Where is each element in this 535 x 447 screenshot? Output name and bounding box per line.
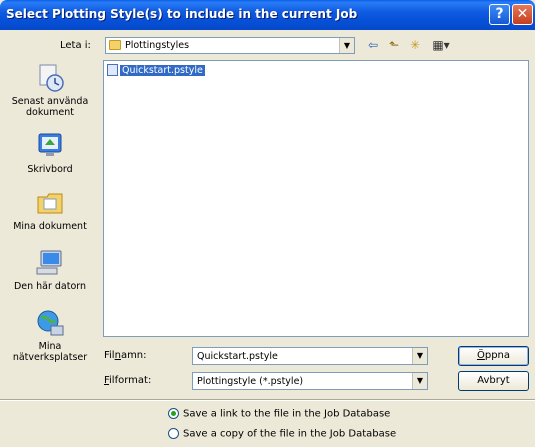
save-copy-option[interactable]: Save a copy of the file in the Job Datab… [168,428,396,440]
close-button[interactable]: ✕ [512,4,533,25]
folder-icon [109,40,121,50]
recent-documents-icon [35,63,65,93]
chevron-down-icon[interactable]: ▼ [412,373,427,389]
place-label: Mina dokument [13,221,87,232]
filetype-value: Plottingstyle (*.pstyle) [197,376,304,387]
chevron-down-icon[interactable]: ▼ [412,348,427,364]
view-menu-icon[interactable]: ▦▾ [428,37,454,54]
save-link-option[interactable]: Save a link to the file in the Job Datab… [168,408,390,420]
look-in-label: Leta i: [60,40,91,51]
filename-value: Quickstart.pstyle [197,351,278,362]
filename-field[interactable]: Quickstart.pstyle ▼ [192,347,428,365]
option-label: Save a link to the file in the Job Datab… [183,408,391,420]
window-title: Select Plotting Style(s) to include in t… [6,7,358,21]
help-button[interactable]: ? [489,4,510,25]
file-list[interactable]: Quickstart.pstyle [103,60,529,337]
look-in-dropdown[interactable]: Plottingstyles ▼ [105,37,355,54]
place-network[interactable]: Mina nätverksplatser [2,308,98,363]
title-bar[interactable]: Select Plotting Style(s) to include in t… [0,0,535,30]
place-label: Mina nätverksplatser [12,341,88,363]
my-computer-icon [35,248,65,278]
filename-label: Filnamn: [104,350,147,361]
option-label: Save a copy of the file in the Job Datab… [183,428,397,440]
place-my-documents[interactable]: Mina dokument [2,188,98,232]
cancel-button[interactable]: Avbryt [458,371,529,391]
file-name: Quickstart.pstyle [120,64,205,76]
chevron-down-icon[interactable]: ▼ [339,38,354,53]
place-label: Senast använda dokument [11,96,89,118]
pstyle-file-icon [107,64,118,76]
back-icon[interactable]: ⇦ [364,37,382,54]
file-dialog-window: Select Plotting Style(s) to include in t… [0,0,535,447]
place-recent-documents[interactable]: Senast använda dokument [2,63,98,118]
divider [0,400,535,401]
place-label: Skrivbord [27,164,73,175]
place-my-computer[interactable]: Den här datorn [2,248,98,292]
filetype-label: Filformat: [104,375,152,386]
list-item[interactable]: Quickstart.pstyle [107,64,205,78]
filetype-dropdown[interactable]: Plottingstyle (*.pstyle) ▼ [192,372,428,390]
place-label: Den här datorn [13,281,87,292]
network-places-icon [35,308,65,338]
my-documents-icon [35,188,65,218]
radio-unchecked-icon[interactable] [168,428,179,439]
radio-checked-icon[interactable] [168,408,179,419]
look-in-value: Plottingstyles [125,40,190,51]
new-folder-icon[interactable]: ✳ [406,37,424,54]
place-desktop[interactable]: Skrivbord [2,131,98,175]
up-folder-icon[interactable]: ⬑ [385,37,403,54]
desktop-icon [35,131,65,161]
open-button[interactable]: Öppna [458,346,529,366]
